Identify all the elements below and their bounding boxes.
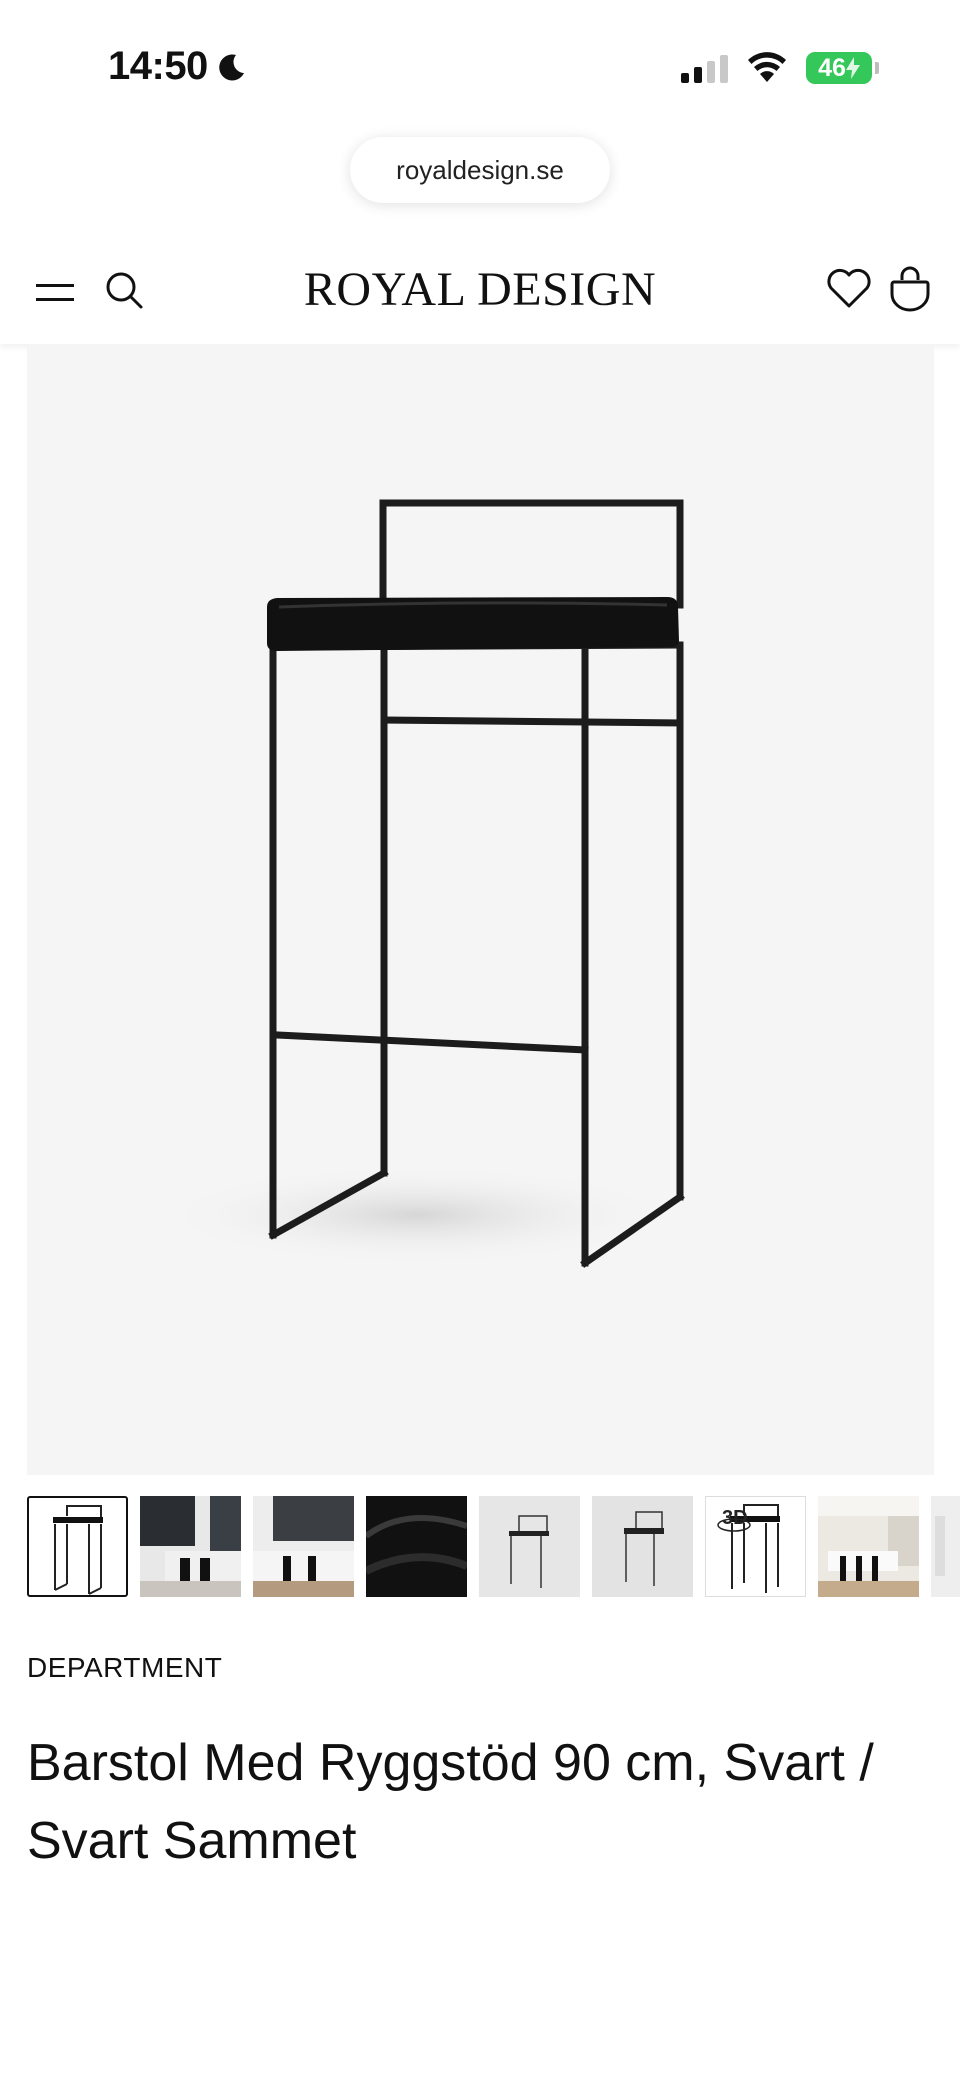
product-brand[interactable]: DEPARTMENT <box>27 1652 222 1684</box>
thumbnail-kitchen-room[interactable] <box>818 1496 919 1597</box>
thumbnail-chair-grey[interactable] <box>479 1496 580 1597</box>
thumbnail-strip[interactable]: 3D <box>27 1496 960 1600</box>
status-bar: 14:50 46 <box>0 0 960 130</box>
thumbnail-chair-front[interactable] <box>27 1496 128 1597</box>
barstool-illustration <box>157 499 685 1268</box>
thumbnail-chair-partial[interactable] <box>931 1496 960 1597</box>
clock-text: 14:50 <box>108 44 208 88</box>
site-header: ROYAL DESIGN <box>0 240 960 344</box>
wifi-icon <box>748 52 786 82</box>
thumbnail-dark-kitchen[interactable] <box>140 1496 241 1597</box>
product-title: Barstol Med Ryggstöd 90 cm, Svart / Svar… <box>27 1734 874 1870</box>
battery-indicator: 46 <box>806 52 879 84</box>
shopping-bag-icon[interactable] <box>888 264 932 312</box>
thumbnail-3d-label: 3D <box>722 1507 748 1529</box>
site-logo[interactable]: ROYAL DESIGN <box>0 262 960 317</box>
status-time: 14:50 <box>108 44 248 89</box>
battery-level: 46 <box>818 53 846 82</box>
cellular-signal-icon <box>681 53 728 83</box>
url-text: royaldesign.se <box>396 154 564 185</box>
address-bar[interactable]: royaldesign.se <box>350 137 610 203</box>
heart-icon[interactable] <box>826 266 872 310</box>
charging-bolt-icon <box>845 57 860 79</box>
thumbnail-chair-3d[interactable]: 3D <box>705 1496 806 1597</box>
thumbnail-chair-grey-angle[interactable] <box>592 1496 693 1597</box>
thumbnail-kitchen-island[interactable] <box>253 1496 354 1597</box>
moon-icon <box>219 53 244 80</box>
thumbnail-velvet-fabric[interactable] <box>366 1496 467 1597</box>
status-indicators: 46 <box>681 52 879 84</box>
product-main-image[interactable] <box>27 345 934 1475</box>
